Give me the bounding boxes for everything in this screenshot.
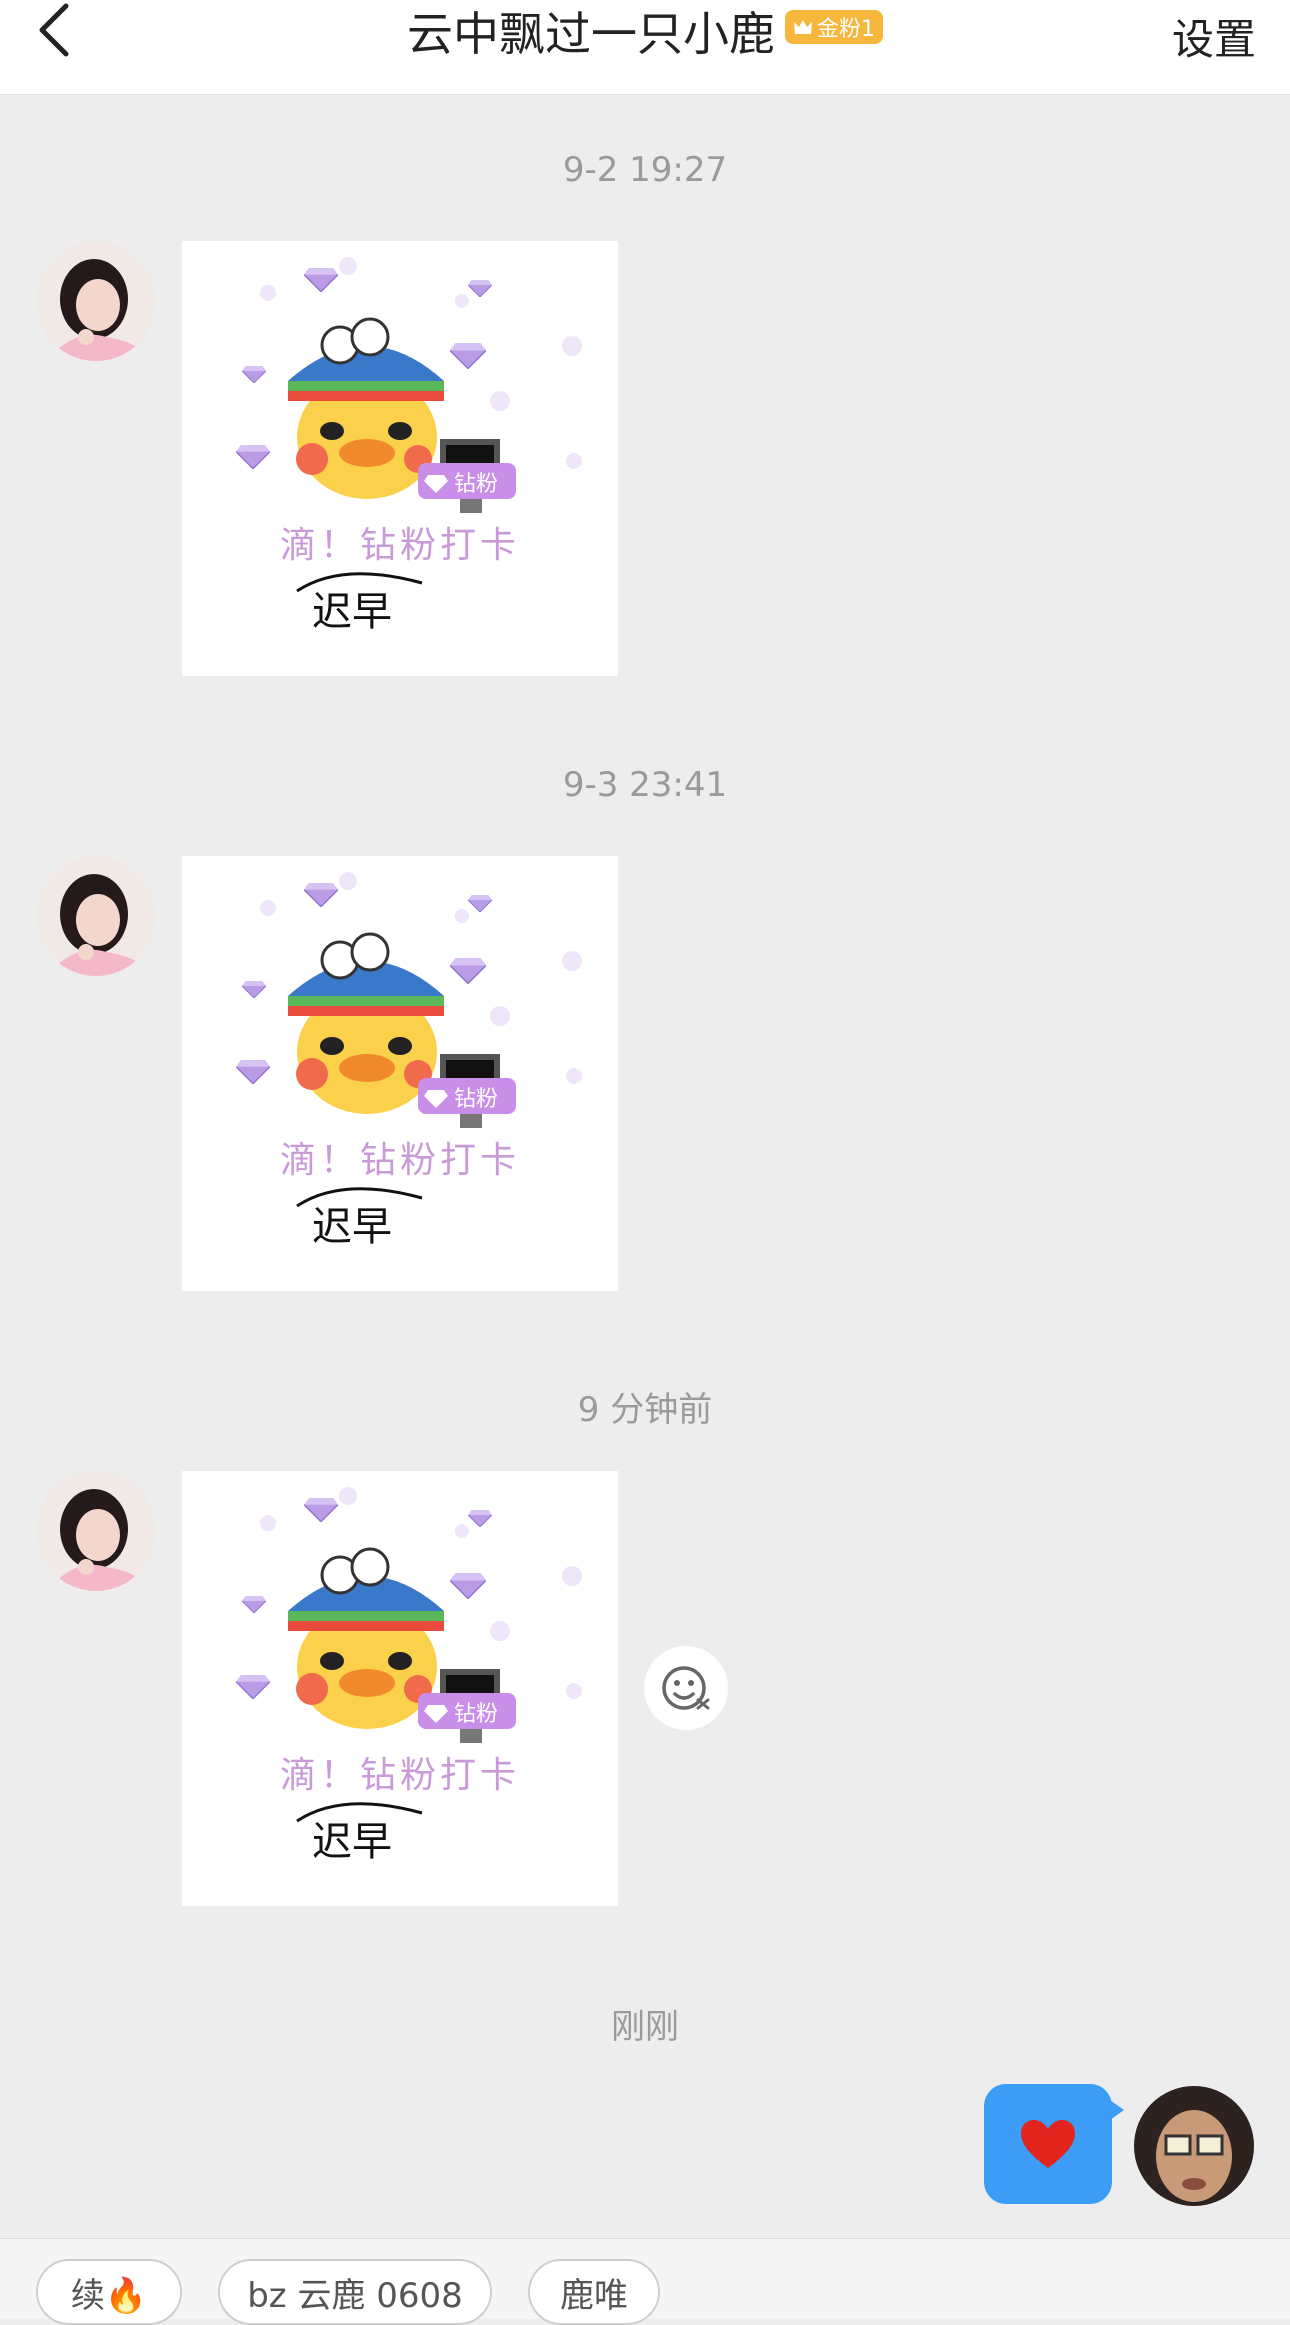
title-area: 云中飘过一只小鹿 金粉1 (0, 0, 1290, 62)
duck-checkin-sticker: 钻粉 滴！钻粉打卡 迟早 (236, 872, 582, 1250)
sticker-badge-text: 钻粉 (454, 472, 498, 497)
quick-reply-chip[interactable]: 续🔥 (36, 2259, 182, 2325)
sticker-caption: 滴！钻粉打卡 (280, 1140, 520, 1181)
quick-reply-chip[interactable]: 鹿唯 (528, 2259, 660, 2325)
crown-icon (794, 20, 812, 34)
smiley-reply-icon (662, 1666, 710, 1710)
message-timestamp: 刚刚 (611, 2007, 679, 2047)
chat-header: 云中飘过一只小鹿 金粉1 设置 (0, 0, 1290, 95)
message-timestamp: 9-2 19:27 (562, 150, 728, 190)
my-avatar[interactable] (1134, 2086, 1254, 2206)
sticker-badge-text: 钻粉 (454, 1087, 498, 1112)
settings-button[interactable]: 设置 (1172, 6, 1256, 67)
sticker-handwriting: 迟早 (312, 1204, 392, 1250)
fan-badge-label: 金粉1 (817, 17, 875, 42)
my-message-bubble[interactable] (984, 2084, 1124, 2204)
fan-level-badge: 金粉1 (785, 10, 883, 44)
chat-title: 云中飘过一只小鹿 (407, 7, 775, 61)
sender-avatar[interactable] (36, 241, 156, 361)
sticker-badge-text: 钻粉 (454, 1702, 498, 1727)
heart-icon (1021, 2120, 1075, 2168)
avatar-image (36, 856, 156, 976)
avatar-image (36, 1471, 156, 1591)
avatar-image (36, 241, 156, 361)
duck-checkin-sticker: 钻粉 滴！钻粉打卡 迟早 (236, 1487, 582, 1865)
duck-checkin-sticker: 钻粉 滴！钻粉打卡 迟早 (236, 257, 582, 635)
quick-reply-chip[interactable]: bz 云鹿 0608 (218, 2259, 492, 2325)
emoji-reaction-button[interactable] (644, 1646, 728, 1730)
quick-reply-bar: 续🔥 bz 云鹿 0608 鹿唯 (0, 2238, 1290, 2325)
sticker-caption: 滴！钻粉打卡 (280, 1755, 520, 1796)
sticker-message[interactable]: 钻粉 滴！钻粉打卡 迟早 (182, 856, 618, 1291)
sticker-handwriting: 迟早 (312, 1819, 392, 1865)
sticker-caption: 滴！钻粉打卡 (280, 525, 520, 566)
sender-avatar[interactable] (36, 1471, 156, 1591)
avatar-image (1134, 2086, 1254, 2206)
message-timestamp: 9 分钟前 (577, 1390, 713, 1430)
message-timestamp: 9-3 23:41 (562, 765, 728, 805)
sender-avatar[interactable] (36, 856, 156, 976)
sticker-message[interactable]: 钻粉 滴！钻粉打卡 迟早 (182, 241, 618, 676)
sticker-handwriting: 迟早 (312, 589, 392, 635)
sticker-message[interactable]: 钻粉 滴！钻粉打卡 迟早 (182, 1471, 618, 1906)
